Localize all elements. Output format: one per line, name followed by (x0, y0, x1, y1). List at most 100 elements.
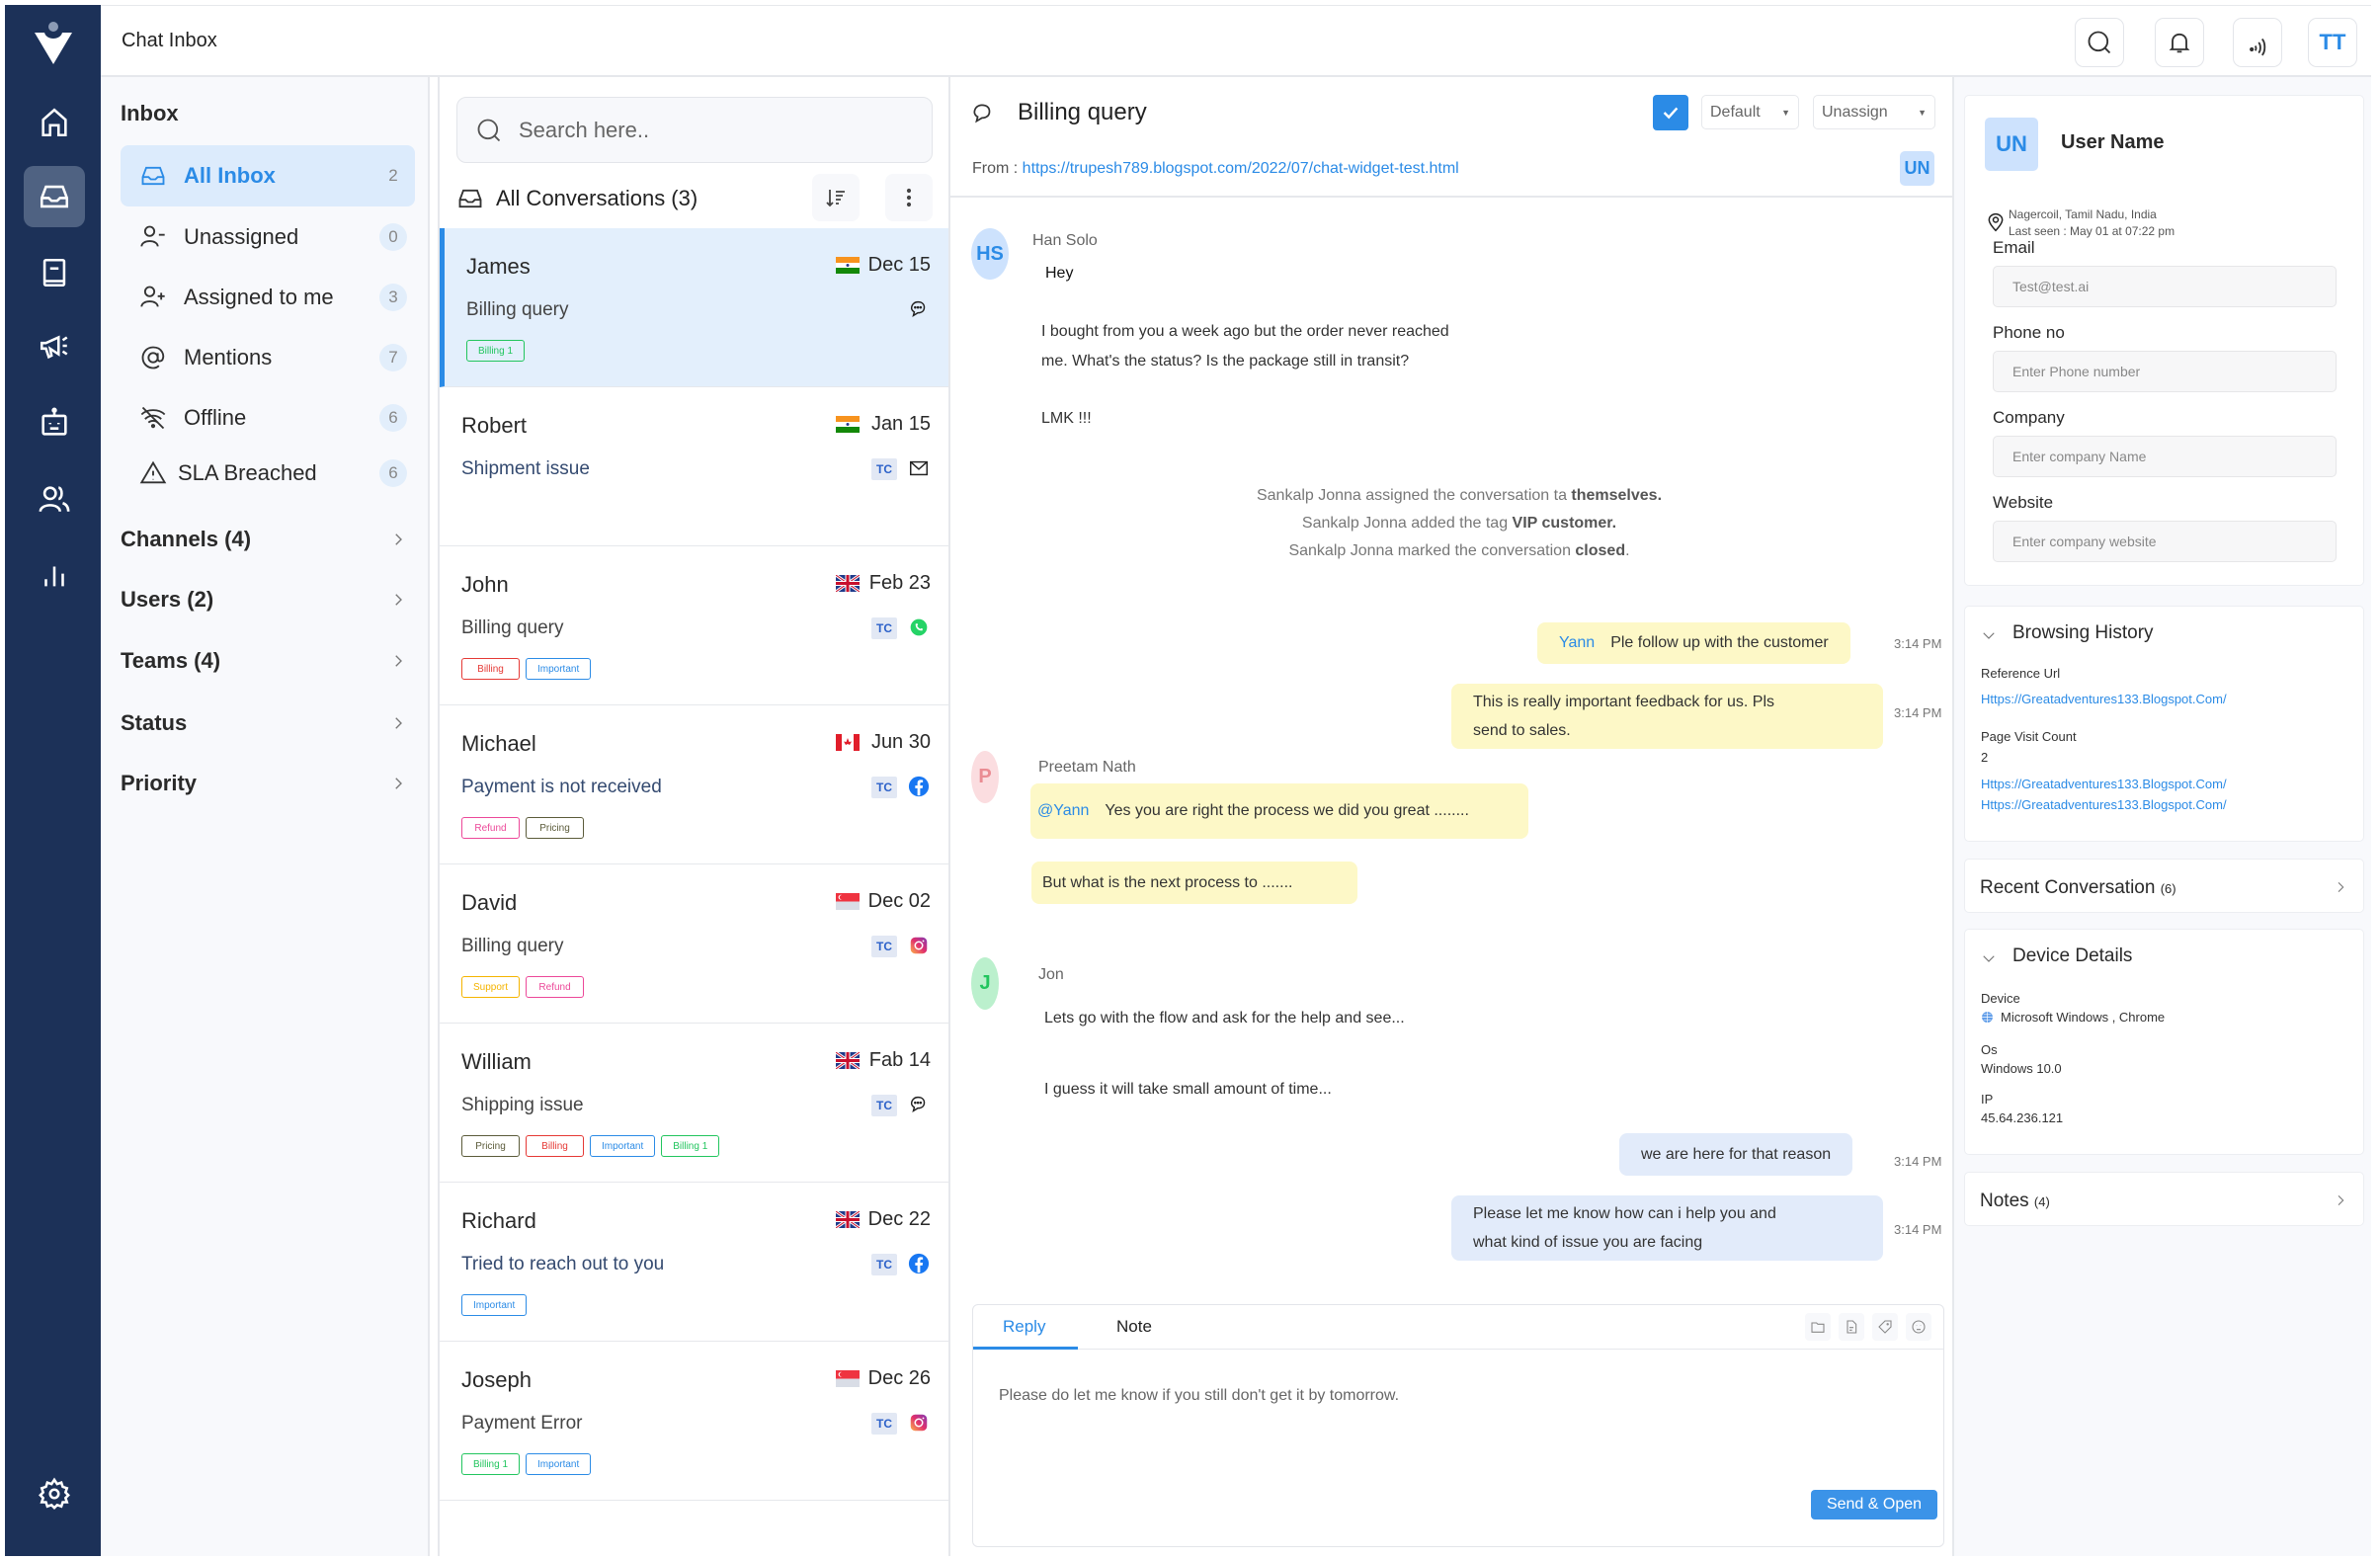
nav-settings[interactable] (24, 1463, 85, 1524)
inbox-item-mentions[interactable]: Mentions 7 (121, 327, 415, 388)
phone-field[interactable] (1993, 351, 2337, 392)
email-field[interactable] (1993, 266, 2337, 307)
notifications-button[interactable] (2155, 18, 2204, 67)
inbox-item-unassigned[interactable]: Unassigned 0 (121, 206, 415, 268)
chat-bubble-icon (973, 104, 991, 123)
tag-list: Refund Pricing (461, 817, 584, 839)
group-channels[interactable]: Channels (4) (121, 520, 407, 559)
conversation-item[interactable]: James Dec 15 Billing query Billing 1 (440, 228, 948, 387)
tag[interactable]: Billing (526, 1135, 584, 1157)
browsing-history-title[interactable]: Browsing History (2012, 622, 2154, 644)
group-label: Teams (4) (121, 648, 221, 673)
inbox-item-assigned-to-me[interactable]: Assigned to me 3 (121, 267, 415, 328)
company-field[interactable] (1993, 436, 2337, 477)
visited-url-link[interactable]: Https://Greatadventures133.Blogspot.Com/ (1981, 777, 2227, 791)
nav-contacts[interactable] (24, 468, 85, 530)
inbox-item-offline[interactable]: Offline 6 (121, 387, 415, 449)
group-users[interactable]: Users (2) (121, 580, 407, 619)
attach-folder-button[interactable] (1805, 1313, 1831, 1341)
attach-file-button[interactable] (1839, 1313, 1864, 1341)
tag[interactable]: Important (590, 1135, 656, 1157)
device-details-title[interactable]: Device Details (2012, 945, 2132, 967)
inbox-icon (141, 166, 165, 186)
contact-name: William (461, 1049, 532, 1074)
resolve-checkbox[interactable] (1653, 95, 1688, 130)
conversation-date: Dec 15 (867, 254, 931, 276)
from-url-link[interactable]: https://trupesh789.blogspot.com/2022/07/… (1023, 160, 1459, 177)
search-button[interactable] (2075, 18, 2124, 67)
conversation-date: Jun 30 (870, 731, 931, 753)
tab-reply[interactable]: Reply (1003, 1317, 1045, 1337)
from-label: From : (972, 160, 1019, 177)
tag[interactable]: Important (526, 1453, 592, 1475)
reply-text-input[interactable] (999, 1387, 1888, 1405)
status-dropdown[interactable]: Default ▼ (1701, 95, 1799, 129)
message-text: Lets go with the flow and ask for the he… (1044, 1010, 1405, 1026)
contact-name: Richard (461, 1208, 536, 1233)
tag[interactable]: Support (461, 976, 521, 998)
nav-reports[interactable] (24, 544, 85, 606)
group-teams[interactable]: Teams (4) (121, 641, 407, 681)
search-box[interactable] (456, 97, 933, 163)
reference-url-label: Reference Url (1981, 666, 2061, 681)
nav-bots[interactable] (24, 392, 85, 453)
conversation-item[interactable]: David Dec 02 Billing query TC Support Refund (440, 864, 948, 1024)
mention-link[interactable]: @Yann (1037, 796, 1089, 826)
conversation-item[interactable]: Joseph Dec 26 Payment Error TC Billing 1 Impo… (440, 1342, 948, 1501)
inbox-item-sla-breached[interactable]: SLA Breached 6 (121, 443, 415, 504)
ip-label: IP (1981, 1092, 1994, 1107)
tag[interactable]: Refund (461, 817, 520, 839)
recent-conversation-card[interactable]: Recent Conversation (6) (1964, 859, 2364, 913)
gear-icon (39, 1477, 70, 1510)
nav-home[interactable] (24, 92, 85, 153)
website-field[interactable] (1993, 521, 2337, 562)
tag[interactable]: Pricing (526, 817, 584, 839)
send-and-open-button[interactable]: Send & Open (1811, 1490, 1937, 1519)
chevron-down-icon[interactable] (1980, 626, 1998, 644)
tag[interactable]: Important (526, 658, 592, 680)
tag[interactable]: Billing 1 (461, 1453, 521, 1475)
assignee-avatar[interactable]: UN (1900, 151, 1934, 186)
signal-button[interactable] (2233, 18, 2282, 67)
nav-inbox[interactable] (24, 166, 85, 227)
facebook-icon (907, 1252, 931, 1275)
chevron-down-icon[interactable] (1980, 949, 1998, 967)
conversation-item[interactable]: John Feb 23 Billing query TC Billing Importan… (440, 546, 948, 705)
conversation-item[interactable]: Robert Jan 15 Shipment issue TC (440, 387, 948, 546)
group-status[interactable]: Status (121, 703, 407, 743)
tag[interactable]: Refund (526, 976, 585, 998)
add-tag-button[interactable] (1872, 1313, 1898, 1341)
emoji-button[interactable] (1906, 1313, 1931, 1341)
tag[interactable]: Billing 1 (466, 340, 526, 362)
company-label: Company (1993, 408, 2065, 427)
tag[interactable]: Pricing (461, 1135, 520, 1157)
sender-name: Preetam Nath (1038, 759, 1136, 776)
nav-campaigns[interactable] (24, 315, 85, 376)
user-minus-icon (140, 225, 165, 247)
search-input[interactable] (519, 117, 914, 143)
group-priority[interactable]: Priority (121, 764, 407, 803)
conversation-item[interactable]: Richard Dec 22 Tried to reach out to you TC… (440, 1183, 948, 1342)
nav-knowledge-base[interactable] (24, 242, 85, 303)
brand-logo-icon[interactable] (33, 19, 74, 66)
conversation-item[interactable]: William Fab 14 Shipping issue TC Pricing Bill… (440, 1024, 948, 1183)
conversation-item[interactable]: Michael Jun 30 Payment is not received TC Re… (440, 705, 948, 864)
notes-card[interactable]: Notes (4) (1964, 1172, 2364, 1226)
tag[interactable]: Billing 1 (661, 1135, 720, 1157)
inbox-item-all-inbox[interactable]: All Inbox 2 (121, 145, 415, 206)
sort-button[interactable] (812, 174, 860, 221)
mention-link[interactable]: Yann (1559, 628, 1595, 658)
search-icon (2088, 31, 2111, 54)
assign-dropdown[interactable]: Unassign ▼ (1813, 95, 1935, 129)
assignee-badge: TC (871, 777, 897, 798)
warning-icon (139, 460, 167, 484)
tag[interactable]: Billing (461, 658, 520, 680)
user-avatar-button[interactable]: TT (2308, 18, 2357, 67)
tab-note[interactable]: Note (1116, 1317, 1152, 1337)
tag[interactable]: Important (461, 1294, 528, 1316)
location-text: Nagercoil, Tamil Nadu, India (2009, 207, 2157, 221)
tag-list: Billing 1 Important (461, 1453, 592, 1475)
more-options-button[interactable] (885, 174, 933, 221)
visited-url-link[interactable]: Https://Greatadventures133.Blogspot.Com/ (1981, 797, 2227, 812)
reference-url-link[interactable]: Https://Greatadventures133.Blogspot.Com/ (1981, 692, 2227, 706)
